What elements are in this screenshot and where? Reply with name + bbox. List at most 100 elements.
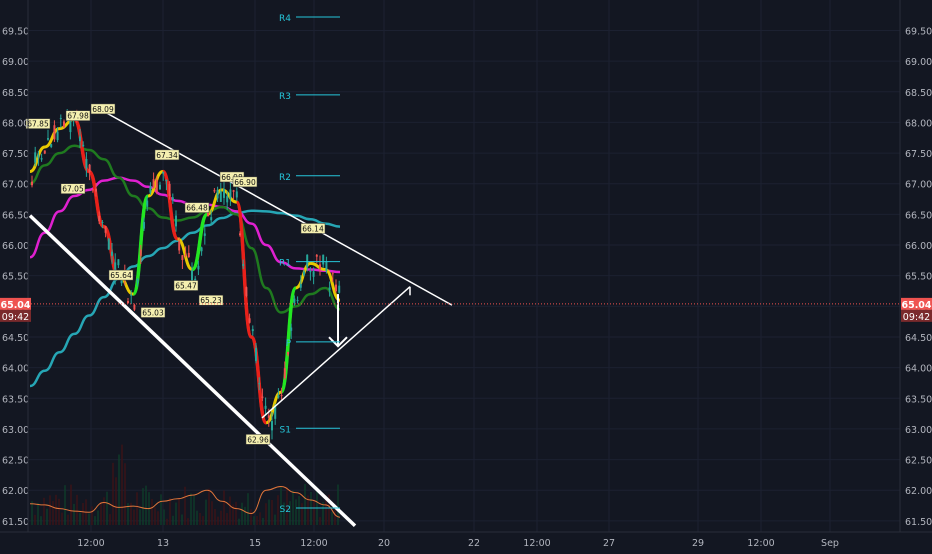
price-tick-left: 61.50 [2,517,29,528]
price-tick-left: 65.50 [2,272,29,283]
candle-body [271,421,273,431]
candle-body [255,347,257,361]
volume-bar [265,503,267,525]
volume-bar [250,509,252,525]
price-tick-left: 66.00 [2,241,29,252]
price-tick-left: 62.50 [2,456,29,467]
price-tick-left: 68.50 [2,88,29,99]
current-price-label-right: 65.04 [901,300,931,311]
candle-body [248,318,251,323]
volume-bar [145,485,147,525]
candle-body [98,215,101,222]
volume-bar [178,497,180,525]
volume-bar [151,499,153,525]
pivot-label-R3: R3 [279,92,291,102]
price-tick-right: 69.00 [905,57,932,68]
candle-body [319,264,321,270]
volume-bar [247,493,249,525]
volume-bar [157,511,159,525]
candle-body [111,251,113,256]
volume-bar [214,508,216,525]
candle-body [264,405,267,409]
candle-body [200,247,203,252]
candle-body [139,249,142,256]
candle-body [239,233,241,236]
price-tick-right: 62.50 [905,456,932,467]
volume-bar [82,502,84,525]
price-tick-left: 64.00 [2,364,29,375]
candle-body [328,287,331,291]
candle-body [258,383,261,385]
price-tick-right: 64.50 [905,333,932,344]
swing-label: 67.85 [27,120,49,129]
volume-bar [304,483,306,525]
volume-bar [97,510,99,525]
candle-body [207,212,209,217]
candle-body [95,188,97,192]
volume-bar [88,513,90,525]
price-tick-right: 68.00 [905,118,932,129]
volume-bar [199,512,201,525]
price-tick-right: 67.00 [905,180,932,191]
pivot-label-R4: R4 [279,14,291,24]
candle-body [136,278,139,283]
volume-bar [331,511,333,525]
volume-bar [208,488,210,525]
candle-body [50,144,53,147]
volume-bar [64,485,66,525]
swing-label: 65.03 [142,308,164,317]
candle-body [165,180,168,182]
candle-body [277,395,280,398]
candle-body [226,196,229,203]
candle-body [31,181,33,186]
volume-bar [298,496,300,525]
volume-bar [139,509,141,525]
price-tick-right: 66.50 [905,210,932,221]
volume-bar [58,498,60,525]
candle-body [287,351,289,355]
volume-bar [190,493,192,525]
volume-bar [334,507,336,525]
volume-bar [124,463,126,525]
candle-body [210,217,213,221]
volume-bar [175,502,177,525]
volume-bar [37,503,39,525]
time-tick: 12:00 [300,538,327,549]
price-tick-right: 61.50 [905,517,932,528]
time-tick: 27 [603,538,615,549]
volume-bar [73,503,75,525]
candle-body [107,238,110,250]
swing-label: 68.09 [92,105,114,114]
candle-body [267,415,270,418]
volume-bar [220,510,222,525]
candle-body [143,222,145,229]
candle-body [219,191,222,202]
volume-bar [136,492,138,525]
price-tick-right: 66.00 [905,241,932,252]
candle-body [296,300,299,302]
candle-body [82,144,85,147]
candle-body [40,158,43,160]
candle-body [47,138,49,140]
volume-bar [169,497,171,525]
candle-body [149,186,152,193]
candle-body [261,396,264,398]
swing-label: 67.05 [62,185,84,194]
candle-body [159,184,161,190]
candle-body [303,271,305,276]
volume-bar [106,491,108,525]
volume-bar [295,499,297,525]
volume-bar [115,477,117,525]
candle-body [37,154,40,158]
price-tick-right: 63.50 [905,394,932,405]
volume-bar [223,490,225,525]
price-tick-left: 64.50 [2,333,29,344]
candle-body [223,189,225,198]
candle-body [171,197,174,201]
price-tick-left: 69.50 [2,26,29,37]
time-tick: 12:00 [747,538,774,549]
candle-body [152,179,155,188]
price-tick-left: 63.00 [2,425,29,436]
current-price-label-left: 65.04 [0,300,30,311]
candle-body [127,300,129,304]
